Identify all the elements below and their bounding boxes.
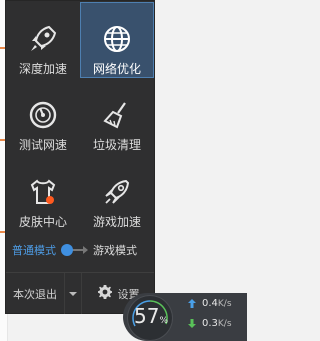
toggle-knob[interactable] — [61, 244, 73, 256]
toggle-arrow-icon — [83, 246, 88, 254]
game-rocket-icon — [100, 176, 134, 208]
exit-button[interactable]: 本次退出 — [6, 273, 64, 314]
download-unit: K/s — [217, 319, 232, 329]
broom-icon — [100, 99, 134, 131]
rocket-icon — [26, 23, 60, 55]
tile-label: 网络优化 — [92, 62, 141, 76]
download-speed: 0.3K/s — [188, 318, 232, 329]
quick-tools-panel: 深度加速 网络优化 测试网速 垃圾清理 皮肤中心 游戏加速 普通模式 游戏模式 … — [5, 0, 155, 314]
download-value: 0.3 — [202, 318, 218, 329]
tile-label: 皮肤中心 — [18, 215, 67, 229]
chevron-down-icon — [69, 291, 77, 296]
exit-dropdown-button[interactable] — [64, 273, 82, 314]
tile-speed-test[interactable]: 测试网速 — [7, 79, 79, 153]
tile-game-acceleration[interactable]: 游戏加速 — [81, 156, 153, 230]
memory-percent: 57% — [131, 304, 171, 328]
upload-unit: K/s — [217, 299, 232, 309]
upload-value: 0.4 — [202, 298, 218, 309]
percent-value: 57 — [133, 304, 160, 328]
tile-label: 垃圾清理 — [92, 138, 141, 152]
tile-junk-cleanup[interactable]: 垃圾清理 — [81, 79, 153, 153]
tile-label: 游戏加速 — [92, 215, 141, 229]
tile-deep-acceleration[interactable]: 深度加速 — [7, 3, 79, 77]
download-arrow-icon — [188, 319, 196, 328]
upload-speed: 0.4K/s — [188, 298, 232, 309]
game-mode-label[interactable]: 游戏模式 — [93, 242, 137, 258]
tile-label: 深度加速 — [18, 62, 67, 76]
tile-skin-center[interactable]: 皮肤中心 — [7, 156, 79, 230]
tile-network-optimization[interactable]: 网络优化 — [80, 2, 154, 78]
tile-label: 测试网速 — [18, 138, 67, 152]
upload-arrow-icon — [188, 299, 196, 308]
percent-sign: % — [159, 316, 168, 326]
mode-switch-row: 普通模式 游戏模式 — [6, 235, 154, 265]
gear-icon — [97, 284, 113, 303]
speedometer-icon — [26, 99, 60, 131]
normal-mode-label[interactable]: 普通模式 — [12, 242, 56, 258]
tshirt-icon — [26, 176, 60, 208]
mode-toggle[interactable] — [61, 244, 91, 256]
globe-icon — [100, 22, 134, 55]
exit-label: 本次退出 — [13, 287, 57, 301]
